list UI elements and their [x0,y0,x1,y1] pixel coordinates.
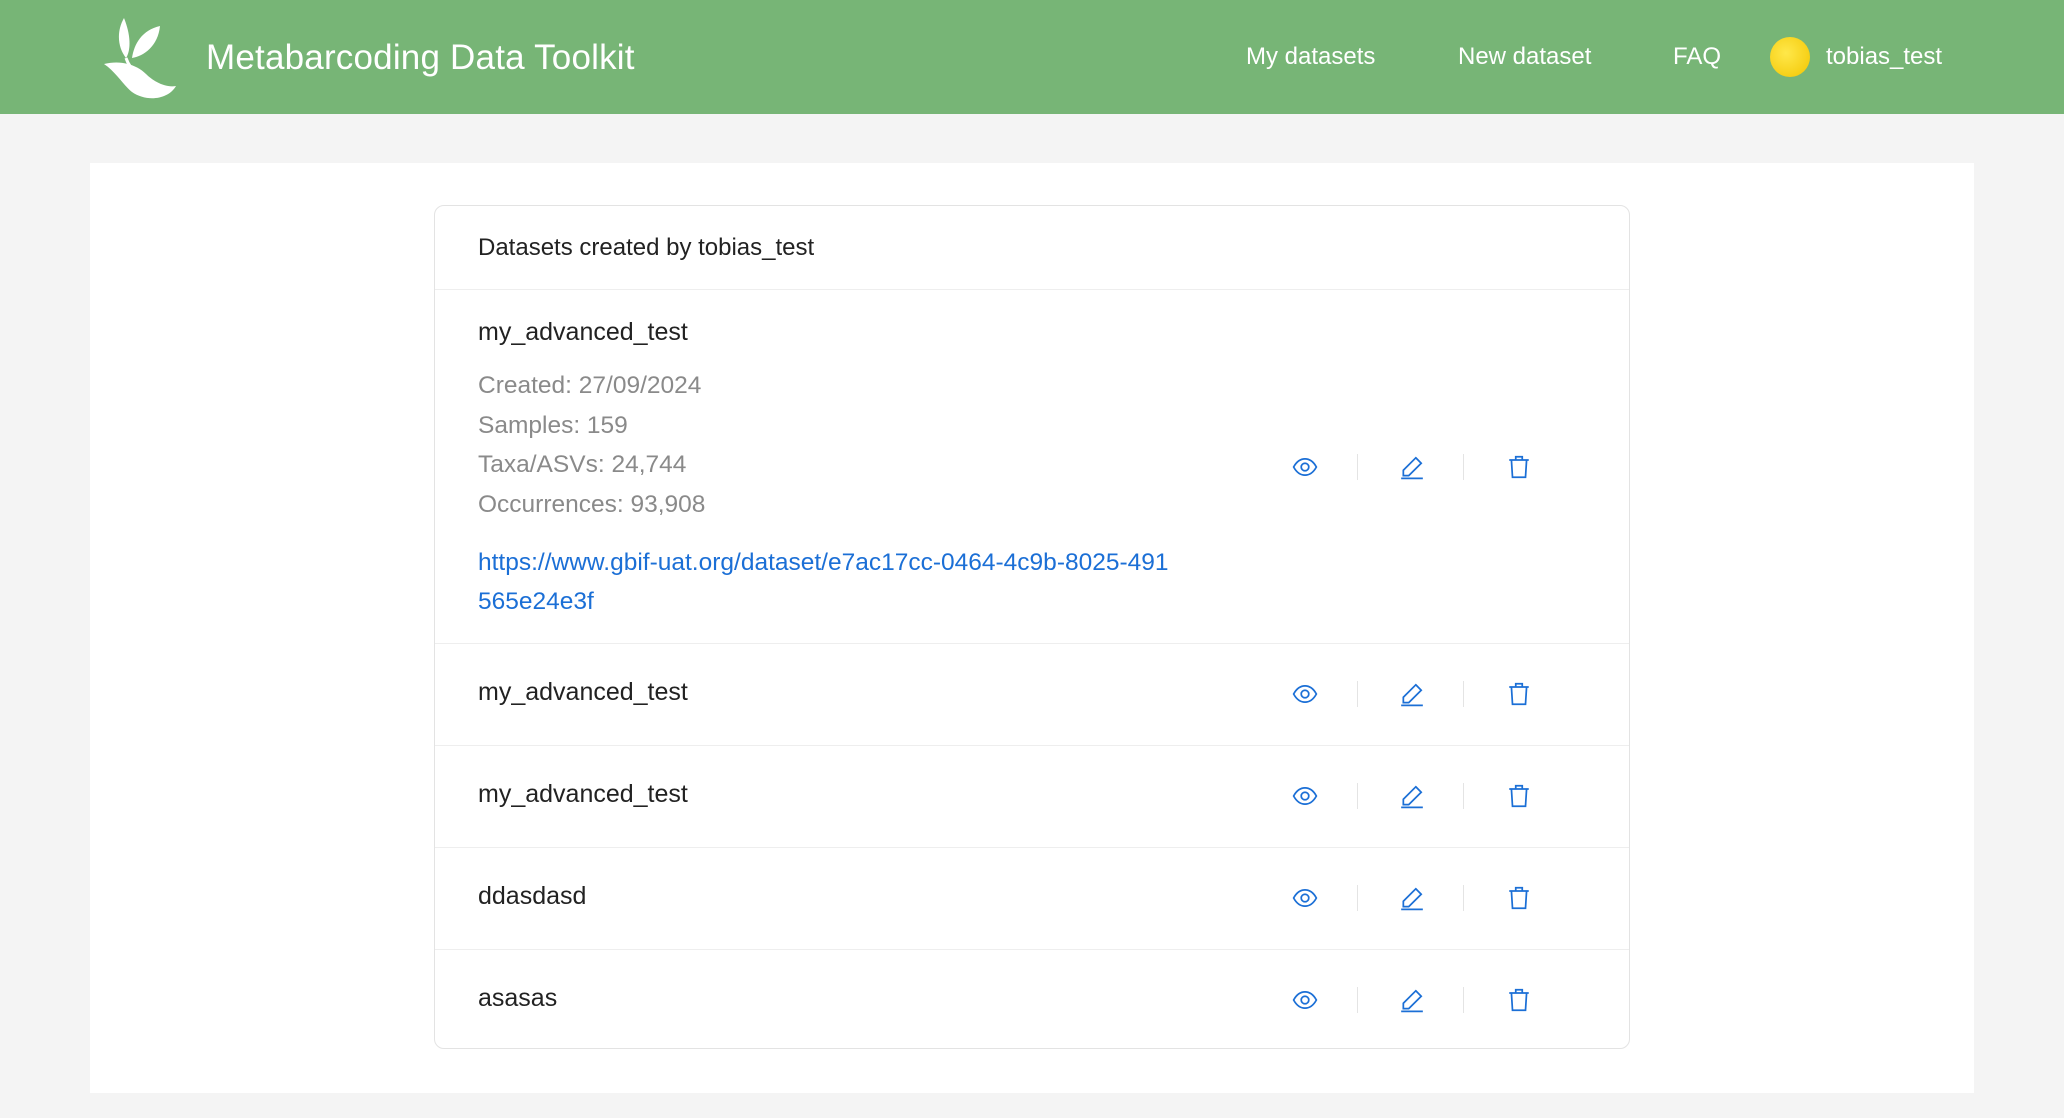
card-header: Datasets created by tobias_test [435,206,1629,290]
divider [1463,681,1465,707]
avatar [1770,37,1810,77]
delete-button[interactable] [1505,674,1532,714]
eye-icon [1293,889,1318,907]
app-title: Metabarcoding Data Toolkit [206,38,635,77]
edit-button[interactable] [1399,674,1426,714]
trash-icon [1508,455,1529,479]
dataset-name: my_advanced_test [478,780,688,808]
gbif-dataset-link[interactable]: https://www.gbif-uat.org/dataset/e7ac17c… [478,543,1178,621]
trash-icon [1508,886,1529,910]
dataset-row: my_advanced_test Created: 27/09/2024 Sam… [435,290,1629,644]
divider [1356,681,1358,707]
edit-icon [1401,683,1423,707]
eye-icon [1293,991,1318,1009]
nav-my-datasets[interactable]: My datasets [1246,0,1375,114]
divider [1463,885,1465,911]
dataset-meta: Created: 27/09/2024 Samples: 159 Taxa/AS… [478,366,705,524]
dataset-name: ddasdasd [478,882,587,910]
dataset-name: my_advanced_test [478,678,688,706]
row-actions [1292,878,1532,918]
view-button[interactable] [1292,980,1319,1020]
user-menu[interactable]: tobias_test [1770,0,1942,114]
view-button[interactable] [1292,776,1319,816]
main-content: Datasets created by tobias_test my_advan… [90,163,1974,1093]
dataset-created: Created: 27/09/2024 [478,372,702,399]
view-button[interactable] [1292,674,1319,714]
nav-new-dataset-label[interactable]: New dataset [1458,43,1591,71]
datasets-card: Datasets created by tobias_test my_advan… [434,205,1630,1049]
edit-button[interactable] [1399,980,1426,1020]
divider [1463,783,1465,809]
dataset-row: ddasdasd [435,848,1629,950]
row-actions [1292,674,1532,714]
edit-icon [1401,785,1423,809]
nav-new-dataset[interactable]: New dataset [1458,0,1591,114]
divider [1463,454,1465,480]
trash-icon [1508,682,1529,706]
nav-faq-label[interactable]: FAQ [1673,43,1721,71]
eye-icon [1293,787,1318,805]
leaf-logo-icon [104,18,176,99]
nav-faq[interactable]: FAQ [1673,0,1721,114]
divider [1356,454,1358,480]
brand-home-link[interactable]: Metabarcoding Data Toolkit [102,14,635,102]
trash-icon [1508,784,1529,808]
view-button[interactable] [1292,447,1319,487]
edit-button[interactable] [1399,878,1426,918]
dataset-occurrences: Occurrences: 93,908 [478,490,706,518]
top-navbar: Metabarcoding Data Toolkit My datasets N… [0,0,2064,114]
dataset-taxa: Taxa/ASVs: 24,744 [478,451,687,478]
eye-icon [1293,458,1318,476]
row-actions [1292,776,1532,816]
delete-button[interactable] [1505,447,1532,487]
username: tobias_test [1826,43,1943,70]
edit-button[interactable] [1399,776,1426,816]
nav-my-datasets-label[interactable]: My datasets [1246,43,1375,71]
trash-icon [1508,988,1529,1012]
edit-icon [1401,989,1423,1013]
dataset-row: asasas [435,950,1629,1052]
edit-button[interactable] [1399,447,1426,487]
divider [1356,885,1358,911]
delete-button[interactable] [1505,878,1532,918]
divider [1356,783,1358,809]
delete-button[interactable] [1505,776,1532,816]
dataset-row: my_advanced_test [435,644,1629,746]
row-actions [1292,980,1532,1020]
edit-icon [1401,887,1423,911]
eye-icon [1293,685,1318,703]
view-button[interactable] [1292,878,1319,918]
dataset-name: my_advanced_test [478,318,688,346]
dataset-row: my_advanced_test [435,746,1629,848]
edit-icon [1401,456,1423,480]
dataset-samples: Samples: 159 [478,411,628,439]
row-actions [1292,447,1532,487]
divider [1463,987,1465,1013]
delete-button[interactable] [1505,980,1532,1020]
dataset-name: asasas [478,984,558,1012]
divider [1356,987,1358,1013]
